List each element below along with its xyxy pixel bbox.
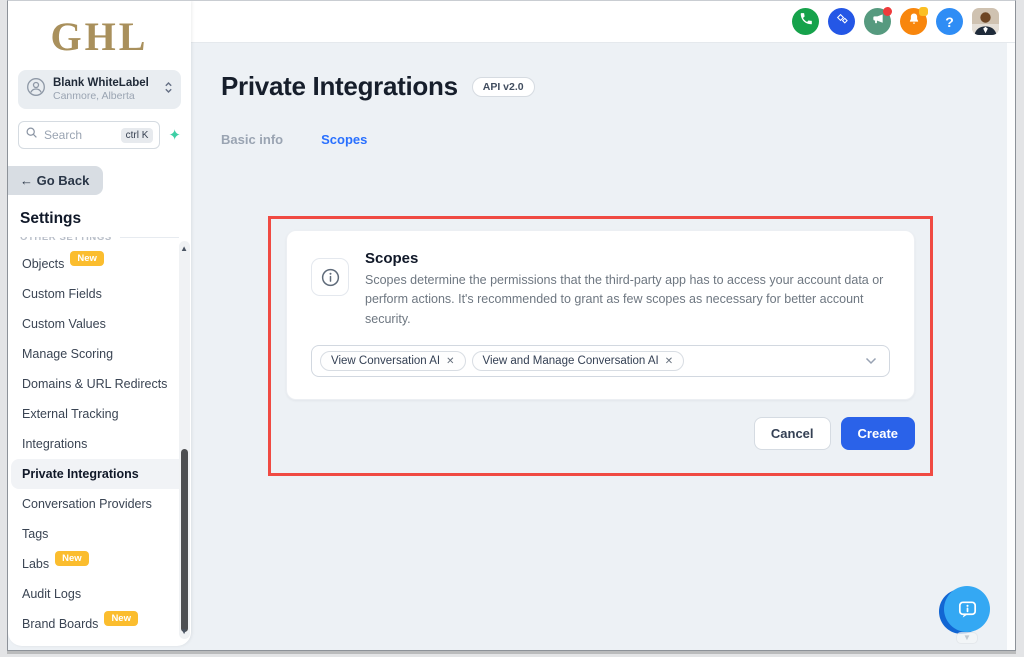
sidebar-item-conversation-providers[interactable]: Conversation Providers — [8, 489, 191, 519]
sidebar-item-private-integrations[interactable]: Private Integrations — [11, 459, 188, 489]
api-version-badge: API v2.0 — [472, 77, 535, 97]
account-switcher[interactable]: Blank WhiteLabel Canmore, Alberta — [18, 70, 181, 109]
ghl-logo: GHL — [8, 1, 191, 60]
notification-dot — [883, 7, 892, 16]
main-area: ? Private Integrations API v2.0 Basic in… — [191, 1, 1015, 650]
sidebar-scrollbar-thumb[interactable] — [181, 449, 188, 632]
search-box[interactable]: ctrl K — [18, 121, 160, 149]
scope-tag: View Conversation AI ✕ — [320, 351, 466, 371]
search-input[interactable] — [44, 128, 115, 142]
sidebar-item-custom-values[interactable]: Custom Values — [8, 309, 191, 339]
tab-basic-info[interactable]: Basic info — [221, 132, 283, 147]
tab-bar: Basic info Scopes — [191, 102, 1015, 147]
scopes-card-description: Scopes determine the permissions that th… — [365, 271, 890, 329]
page-scrollbar-track[interactable] — [1007, 43, 1015, 650]
remove-tag-icon[interactable]: ✕ — [665, 356, 673, 367]
sidebar-item-tags[interactable]: Tags — [8, 519, 191, 549]
section-divider — [120, 237, 179, 238]
sidebar-item-objects[interactable]: Objects New — [8, 249, 191, 279]
phone-button[interactable] — [792, 8, 819, 35]
sidebar: GHL Blank WhiteLabel Canmore, Alberta ct… — [8, 1, 191, 646]
chevron-updown-icon — [164, 80, 173, 100]
nav-section-header: OTHER SETTINGS — [20, 237, 179, 245]
megaphone-icon — [871, 12, 885, 31]
sidebar-item-brand-boards[interactable]: Brand Boards New — [8, 609, 191, 639]
settings-heading: Settings — [20, 210, 191, 228]
tab-scopes[interactable]: Scopes — [321, 132, 367, 147]
scopes-card: Scopes Scopes determine the permissions … — [286, 230, 915, 400]
account-name: Blank WhiteLabel — [53, 77, 157, 89]
scroll-up-icon[interactable]: ▲ — [180, 244, 188, 253]
help-button[interactable]: ? — [936, 8, 963, 35]
info-icon — [311, 258, 349, 296]
search-shortcut-badge: ctrl K — [121, 128, 154, 143]
question-mark-icon: ? — [945, 14, 954, 30]
user-avatar[interactable] — [972, 8, 999, 35]
content-area: Private Integrations API v2.0 Basic info… — [191, 43, 1015, 650]
chevron-down-icon — [865, 357, 877, 365]
settings-nav: Objects New Custom Fields Custom Values … — [8, 249, 191, 639]
sparkles-icon — [835, 12, 849, 31]
go-back-button[interactable]: ← Go Back — [8, 166, 103, 195]
scope-tag: View and Manage Conversation AI ✕ — [472, 351, 685, 371]
search-icon — [25, 126, 38, 144]
sidebar-item-external-tracking[interactable]: External Tracking — [8, 399, 191, 429]
create-button[interactable]: Create — [841, 417, 915, 450]
scopes-card-title: Scopes — [365, 250, 890, 267]
new-badge: New — [70, 251, 104, 266]
topbar: ? — [191, 1, 1015, 43]
sidebar-item-custom-fields[interactable]: Custom Fields — [8, 279, 191, 309]
sidebar-item-integrations[interactable]: Integrations — [8, 429, 191, 459]
scroll-down-icon[interactable]: ▼ — [180, 627, 188, 636]
notification-count-dot — [919, 7, 928, 16]
sidebar-item-domains-url-redirects[interactable]: Domains & URL Redirects — [8, 369, 191, 399]
notifications-button[interactable] — [900, 8, 927, 35]
annotation-highlight-box: Scopes Scopes determine the permissions … — [268, 216, 933, 476]
page-title: Private Integrations — [221, 71, 458, 102]
sidebar-item-manage-scoring[interactable]: Manage Scoring — [8, 339, 191, 369]
new-badge: New — [55, 551, 89, 566]
chat-widget-launcher[interactable]: ▼ — [943, 586, 993, 636]
bell-icon — [907, 12, 921, 31]
scopes-multiselect[interactable]: View Conversation AI ✕ View and Manage C… — [311, 345, 890, 377]
sidebar-item-labs[interactable]: Labs New — [8, 549, 191, 579]
announcements-button[interactable] — [864, 8, 891, 35]
phone-icon — [799, 12, 813, 31]
app-window: GHL Blank WhiteLabel Canmore, Alberta ct… — [7, 0, 1016, 651]
cancel-button[interactable]: Cancel — [754, 417, 831, 450]
section-label: OTHER SETTINGS — [20, 237, 112, 243]
workflows-button[interactable] — [828, 8, 855, 35]
remove-tag-icon[interactable]: ✕ — [446, 356, 454, 367]
back-arrow-icon: ← — [20, 173, 33, 188]
account-location: Canmore, Alberta — [53, 90, 157, 102]
chat-bubble-icon — [944, 586, 990, 632]
new-badge: New — [104, 611, 138, 626]
chat-minimize-icon: ▼ — [956, 632, 978, 644]
sidebar-item-audit-logs[interactable]: Audit Logs — [8, 579, 191, 609]
account-avatar-icon — [26, 77, 46, 102]
ai-spark-icon[interactable]: ✦ — [168, 128, 181, 143]
